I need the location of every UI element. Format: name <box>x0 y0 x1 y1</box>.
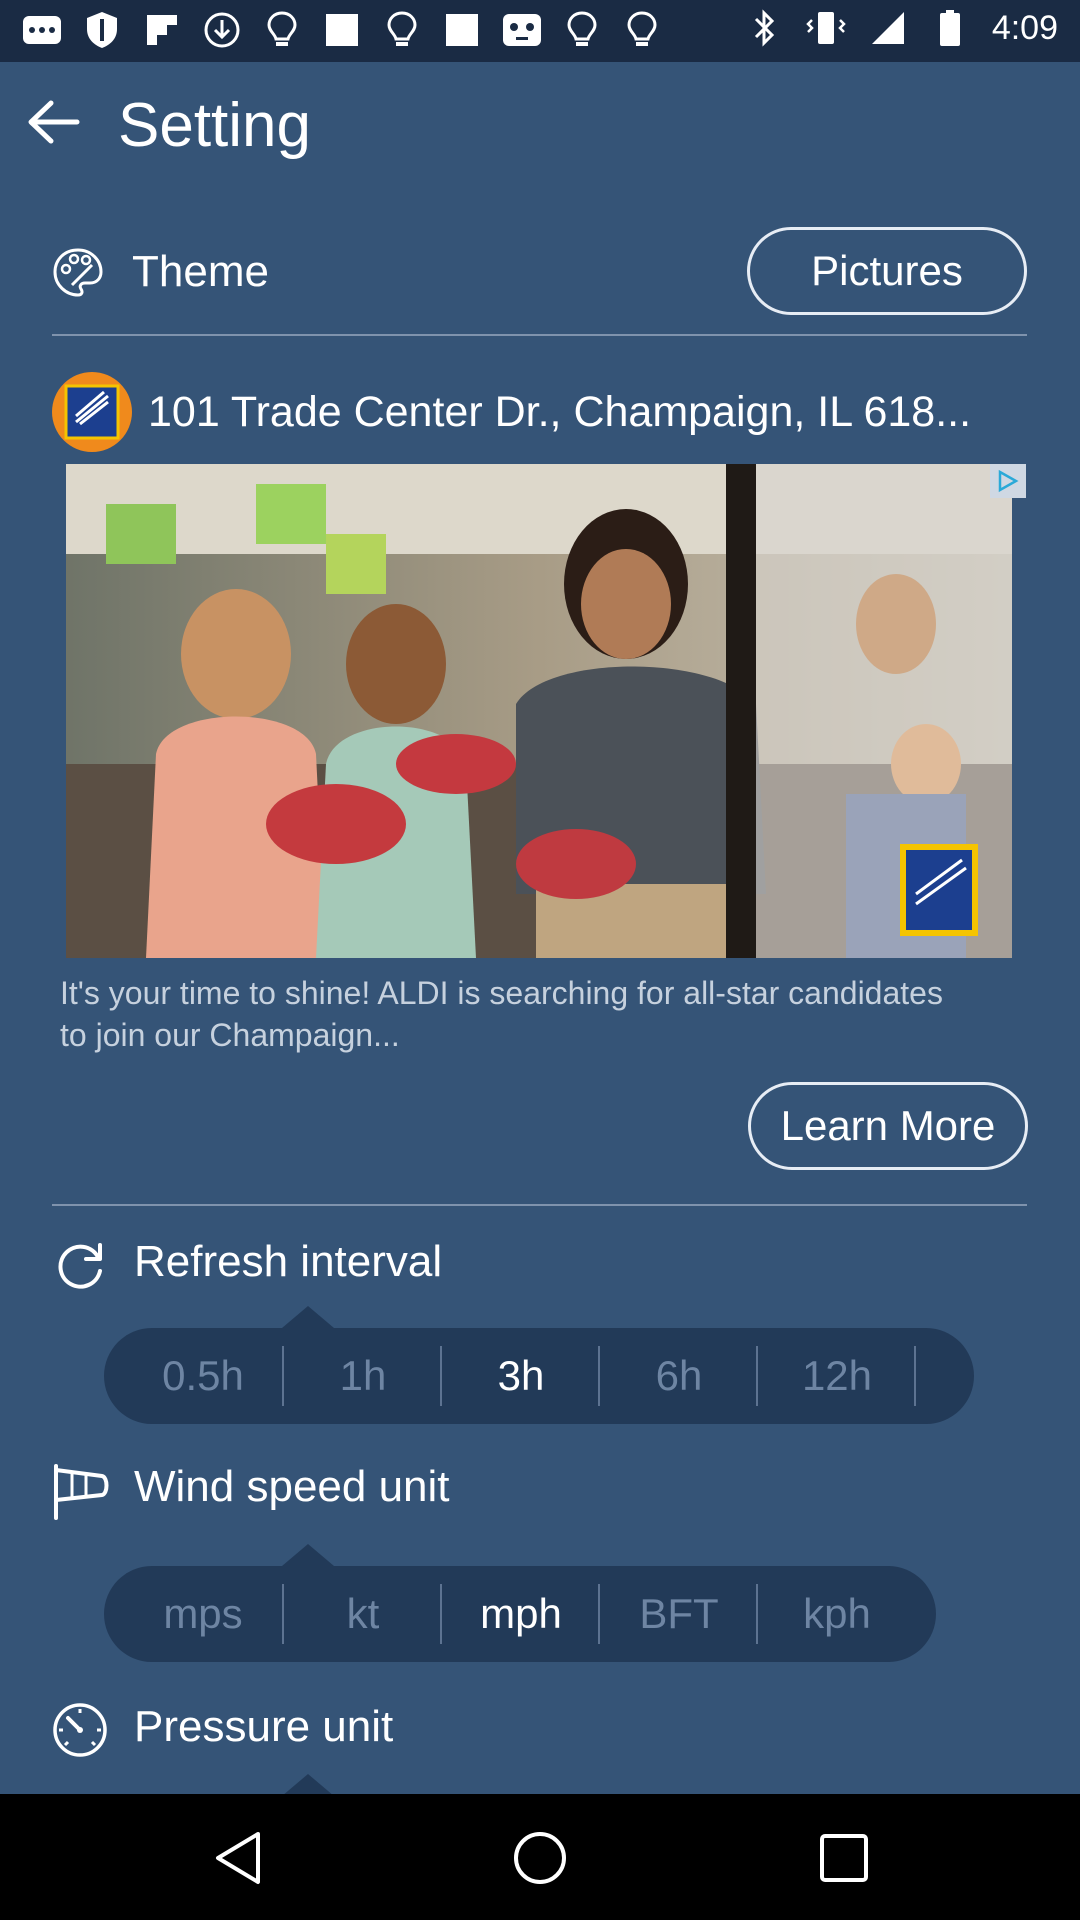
flipboard-icon <box>142 10 182 50</box>
ad-image[interactable] <box>66 464 1012 958</box>
refresh-interval-selector: 0.5h 1h 3h 6h 12h <box>104 1306 974 1424</box>
download-icon <box>202 10 242 50</box>
system-icons: 4:09 <box>744 8 1058 48</box>
bulb-icon <box>562 10 602 50</box>
ad-choices-icon[interactable] <box>990 464 1026 498</box>
message-icon <box>22 10 62 50</box>
pressure-unit-row: Pressure unit <box>52 1702 1027 1762</box>
shield-icon <box>82 10 122 50</box>
page-title: Setting <box>118 91 312 160</box>
windsock-icon <box>52 1462 109 1520</box>
wind-unit-option[interactable]: BFT <box>600 1566 758 1662</box>
ad-header[interactable]: 101 Trade Center Dr., Champaign, IL 618.… <box>52 372 1027 454</box>
navigation-bar <box>0 1794 1080 1920</box>
back-button[interactable] <box>18 92 88 152</box>
signal-icon <box>868 8 908 48</box>
nav-recents-button[interactable] <box>804 1818 884 1898</box>
wind-unit-option[interactable]: kph <box>758 1566 916 1662</box>
divider <box>52 1204 1027 1206</box>
vibrate-icon <box>806 8 846 48</box>
nav-home-button[interactable] <box>500 1818 580 1898</box>
square-icon <box>322 10 362 50</box>
battery-icon <box>930 8 970 48</box>
selection-pointer <box>282 1306 334 1328</box>
ad-body-text: It's your time to shine! ALDI is searchi… <box>60 975 943 1053</box>
wind-unit-option[interactable]: mph <box>442 1566 600 1662</box>
pressure-unit-label: Pressure unit <box>134 1702 394 1751</box>
wind-speed-unit-label: Wind speed unit <box>134 1462 450 1511</box>
square-icon <box>442 10 482 50</box>
bulb-icon <box>262 10 302 50</box>
theme-row: Theme Pictures <box>52 227 1027 317</box>
segment-divider <box>914 1346 916 1406</box>
refresh-icon <box>52 1237 108 1293</box>
triangle-back-icon <box>216 1832 260 1884</box>
refresh-interval-label: Refresh interval <box>134 1237 443 1286</box>
learn-more-button[interactable]: Learn More <box>748 1082 1028 1170</box>
refresh-option[interactable]: 1h <box>284 1328 442 1424</box>
theme-label: Theme <box>132 247 269 296</box>
selection-pointer <box>282 1544 334 1566</box>
gamepad-icon <box>502 10 542 50</box>
wind-speed-unit-row: Wind speed unit <box>52 1462 1027 1522</box>
refresh-interval-row: Refresh interval <box>52 1237 1027 1297</box>
bulb-icon <box>382 10 422 50</box>
bulb-icon <box>622 10 662 50</box>
wind-unit-option[interactable]: mps <box>124 1566 282 1662</box>
aldi-logo <box>52 372 132 452</box>
wind-speed-unit-selector: mps kt mph BFT kph <box>104 1544 936 1662</box>
divider <box>52 334 1027 336</box>
app-bar: Setting <box>0 62 1080 180</box>
bluetooth-icon <box>744 8 784 48</box>
ad-title: 101 Trade Center Dr., Champaign, IL 618.… <box>148 388 972 436</box>
refresh-option[interactable]: 3h <box>442 1328 600 1424</box>
refresh-option[interactable]: 12h <box>758 1328 916 1424</box>
notification-icons <box>22 10 662 50</box>
gauge-icon <box>52 1702 108 1758</box>
circle-home-icon <box>514 1832 566 1884</box>
theme-pictures-button[interactable]: Pictures <box>747 227 1027 315</box>
refresh-option[interactable]: 0.5h <box>124 1328 282 1424</box>
settings-screen: Setting Theme Pictures 101 Trade Center … <box>0 62 1080 1794</box>
refresh-option[interactable]: 6h <box>600 1328 758 1424</box>
wind-unit-option[interactable]: kt <box>284 1566 442 1662</box>
status-time: 4:09 <box>991 8 1058 47</box>
palette-icon <box>52 247 103 297</box>
nav-back-button[interactable] <box>198 1818 278 1898</box>
selection-pointer <box>282 1774 334 1794</box>
square-recents-icon <box>820 1834 868 1882</box>
status-bar: 4:09 <box>0 0 1080 62</box>
arrow-left-icon <box>28 100 80 144</box>
